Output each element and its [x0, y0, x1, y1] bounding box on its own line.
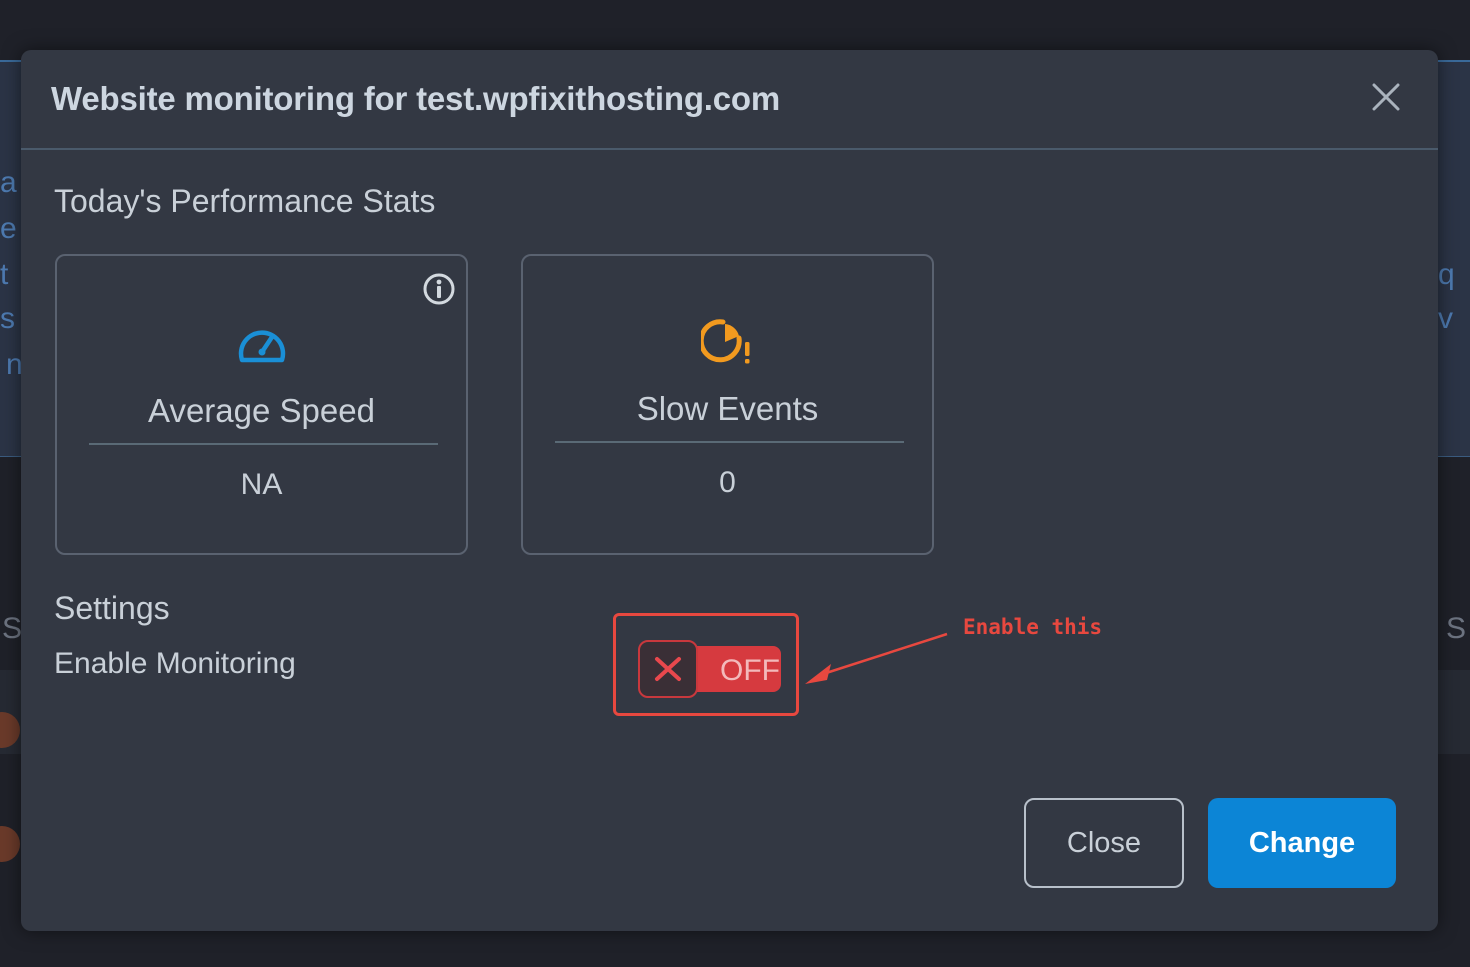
background-avatar: [0, 826, 20, 862]
stat-divider: [555, 441, 904, 443]
annotation-arrow-icon: [805, 632, 948, 684]
stat-divider: [89, 443, 438, 445]
stat-value: 0: [719, 466, 736, 499]
annotation-text: Enable this: [963, 615, 1103, 639]
x-icon: [655, 657, 681, 681]
stats-heading: Today's Performance Stats: [54, 183, 436, 219]
enable-monitoring-toggle[interactable]: OFF: [638, 640, 781, 698]
background-fragment: S: [1446, 612, 1467, 645]
close-icon[interactable]: [1369, 80, 1403, 114]
toggle-state-text: OFF: [720, 654, 780, 687]
background-fragment: t: [0, 258, 9, 291]
toggle-knob: [638, 640, 698, 698]
modal-header: Website monitoring for test.wpfixithosti…: [21, 50, 1438, 150]
modal-title: Website monitoring for test.wpfixithosti…: [51, 80, 781, 117]
slow-events-card: Slow Events 0: [521, 254, 934, 555]
background-fragment: s: [0, 302, 15, 335]
close-button[interactable]: Close: [1024, 798, 1184, 888]
background-fragment: q: [1438, 258, 1455, 291]
background-fragment: a: [0, 166, 17, 199]
stat-value: NA: [240, 468, 283, 501]
stat-label: Average Speed: [148, 392, 375, 429]
speedometer-icon: [236, 322, 288, 371]
background-fragment: v: [1438, 302, 1453, 335]
background-fragment: e: [0, 212, 17, 245]
clock-warning-icon: [698, 316, 755, 373]
stat-label: Slow Events: [636, 390, 819, 427]
enable-monitoring-label: Enable Monitoring: [54, 647, 296, 680]
change-button[interactable]: Change: [1208, 798, 1396, 888]
monitoring-modal: Website monitoring for test.wpfixithosti…: [21, 50, 1438, 931]
settings-heading: Settings: [54, 590, 170, 626]
info-icon[interactable]: [422, 272, 456, 306]
background-fragment: S: [2, 612, 23, 645]
average-speed-card: Average Speed NA: [55, 254, 468, 555]
